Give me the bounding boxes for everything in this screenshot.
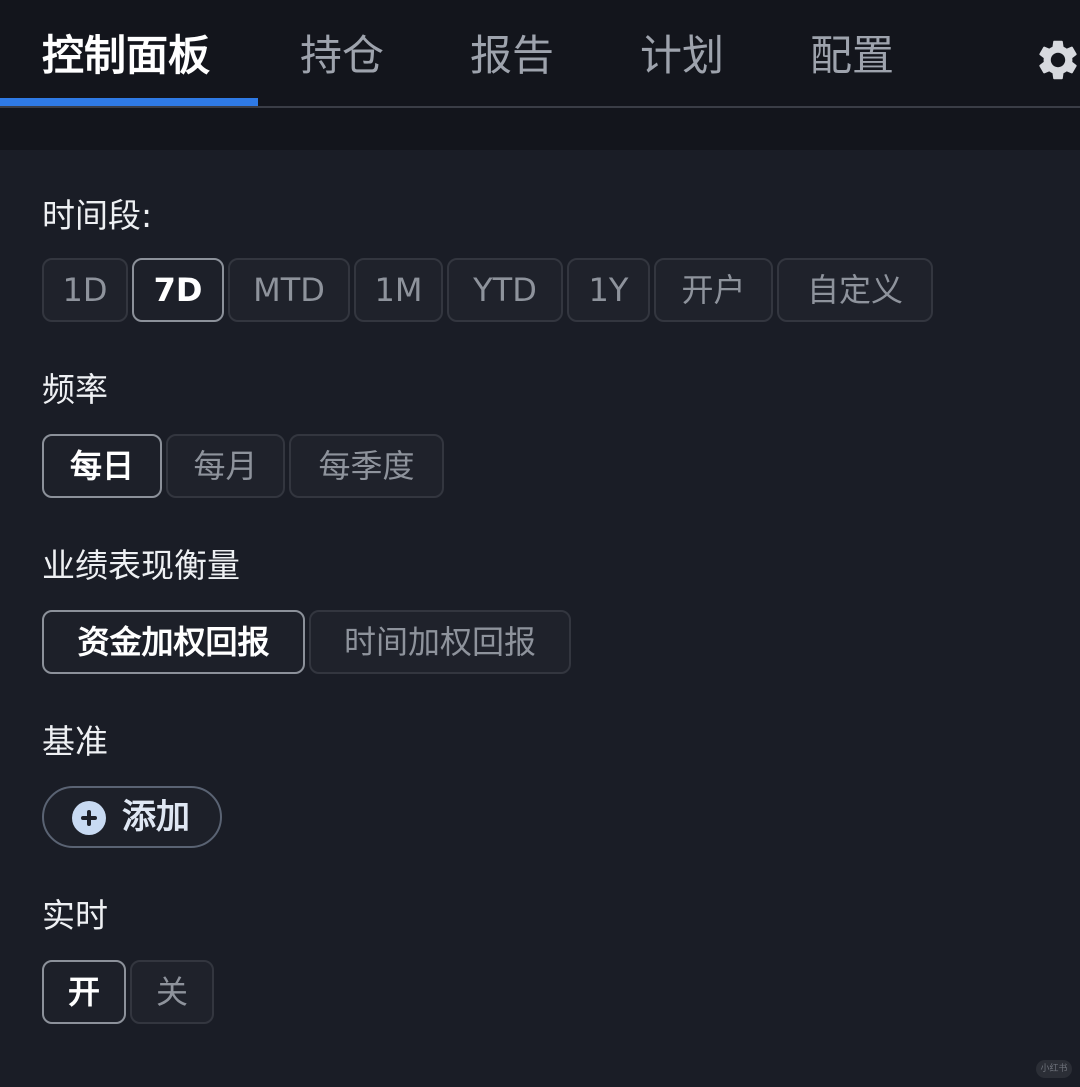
add-benchmark-button[interactable]: 添加 — [42, 786, 222, 848]
benchmark-label: 基准 — [42, 722, 108, 761]
watermark: 小红书 — [1036, 1060, 1072, 1078]
tab-config[interactable]: 配置 — [810, 30, 894, 82]
top-tab-bar: 控制面板 持仓 报告 计划 配置 — [0, 0, 1080, 108]
frequency-option-daily[interactable]: 每日 — [42, 434, 162, 498]
frequency-label: 频率 — [42, 370, 108, 409]
frequency-option-quarterly[interactable]: 每季度 — [289, 434, 444, 498]
performance-option-time-weighted[interactable]: 时间加权回报 — [309, 610, 571, 674]
realtime-option-off[interactable]: 关 — [130, 960, 214, 1024]
period-option-1m[interactable]: 1M — [354, 258, 443, 322]
period-option-custom[interactable]: 自定义 — [777, 258, 933, 322]
toolbar-spacer — [0, 108, 1080, 150]
period-option-since-inception[interactable]: 开户 — [654, 258, 773, 322]
period-option-mtd[interactable]: MTD — [228, 258, 350, 322]
tab-dashboard[interactable]: 控制面板 — [42, 30, 210, 82]
tab-plans[interactable]: 计划 — [640, 30, 724, 82]
realtime-label: 实时 — [42, 896, 108, 935]
realtime-option-on[interactable]: 开 — [42, 960, 126, 1024]
tab-reports[interactable]: 报告 — [470, 30, 554, 82]
period-label: 时间段: — [42, 196, 153, 235]
add-benchmark-label: 添加 — [122, 797, 190, 837]
tab-holdings[interactable]: 持仓 — [300, 30, 384, 82]
performance-label: 业绩表现衡量 — [42, 546, 240, 585]
plus-circle-icon — [72, 801, 106, 835]
period-option-7d[interactable]: 7D — [132, 258, 224, 322]
period-option-ytd[interactable]: YTD — [447, 258, 563, 322]
gear-icon[interactable] — [1034, 36, 1080, 84]
active-tab-indicator — [0, 98, 258, 106]
period-option-1d[interactable]: 1D — [42, 258, 128, 322]
performance-option-money-weighted[interactable]: 资金加权回报 — [42, 610, 305, 674]
period-option-1y[interactable]: 1Y — [567, 258, 650, 322]
frequency-option-monthly[interactable]: 每月 — [166, 434, 285, 498]
